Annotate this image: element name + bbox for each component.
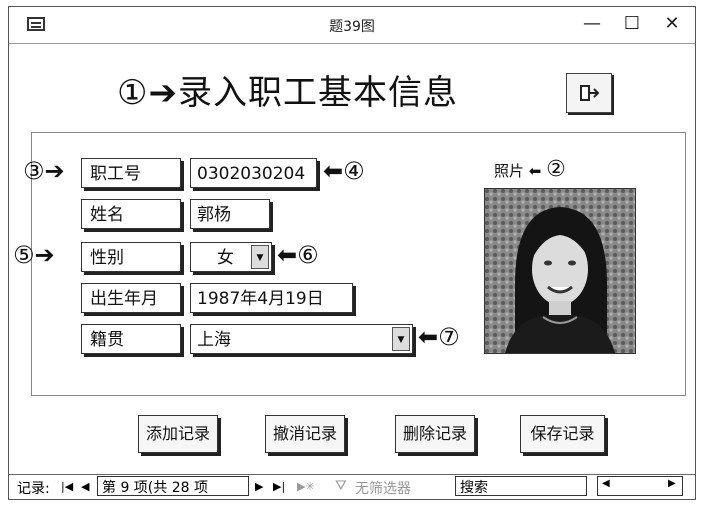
form-heading: ①➔录入职工基本信息 [117,65,458,114]
employee-id-field[interactable]: 0302030204 [190,158,317,188]
marker-3: ③➔ [23,157,65,185]
marker-7: ⬅⑦ [418,323,460,351]
dropdown-arrow-icon[interactable]: ▼ [251,245,269,269]
form-window: 题39图 — ☐ ✕ ①➔录入职工基本信息 ③➔ 职工号 0302030204 … [8,6,696,500]
native-place-select[interactable]: 上海 ▼ [190,324,413,354]
scroll-right-icon[interactable]: ▶ [668,478,676,489]
gender-value: 女 [217,248,234,268]
first-record-icon[interactable]: |◀ [61,480,73,493]
label-birth-date: 出生年月 [81,283,181,313]
search-input[interactable]: 搜索 [455,476,587,496]
label-name: 姓名 [81,199,181,229]
last-record-icon[interactable]: ▶| [273,480,285,493]
label-employee-id: 职工号 [81,158,181,188]
record-label: 记录: [17,481,50,497]
undo-record-button[interactable]: 撤消记录 [265,415,345,453]
marker-6: ⬅⑥ [277,241,319,269]
label-native-place: 籍贯 [81,324,181,354]
gender-select[interactable]: 女 ▼ [190,242,272,272]
record-position-field[interactable]: 第 9 项(共 28 项 [97,476,249,496]
arrow-icon: ➔ [148,73,178,113]
title-bar: 题39图 — ☐ ✕ [9,7,695,44]
maximize-button[interactable]: ☐ [617,11,647,37]
employee-photo [484,188,636,354]
filter-status: 无筛选器 [355,481,411,497]
prev-record-icon[interactable]: ◀ [81,480,89,493]
close-button[interactable]: ✕ [657,11,687,37]
minimize-button[interactable]: — [577,11,607,37]
marker-5: ⑤➔ [13,241,55,269]
new-record-icon[interactable]: ▶✳ [297,480,315,493]
marker-4: ⬅④ [323,157,365,185]
heading-text: 录入职工基本信息 [177,73,458,113]
add-record-button[interactable]: 添加记录 [138,415,218,453]
marker-1: ① [117,73,149,113]
exit-door-icon [580,85,600,101]
next-record-icon[interactable]: ▶ [255,480,263,493]
save-record-button[interactable]: 保存记录 [520,415,605,453]
person-photo-icon [485,189,635,353]
record-navigator: 记录: |◀ ◀ 第 9 项(共 28 项 ▶ ▶| ▶✳ ⛛ 无筛选器 搜索 … [9,474,695,499]
label-gender: 性别 [81,242,181,272]
exit-button[interactable] [566,73,612,113]
birth-date-field[interactable]: 1987年4月19日 [190,283,353,313]
native-place-value: 上海 [197,330,231,350]
delete-record-button[interactable]: 删除记录 [395,415,475,453]
photo-label: 照片 ⬅ ② [494,157,566,182]
dropdown-arrow-icon[interactable]: ▼ [392,327,410,351]
filter-icon: ⛛ [335,478,347,494]
scroll-left-icon[interactable]: ◀ [602,478,610,489]
horizontal-scrollbar[interactable]: ◀ ▶ [597,476,683,496]
name-field[interactable]: 郭杨 [190,199,270,229]
